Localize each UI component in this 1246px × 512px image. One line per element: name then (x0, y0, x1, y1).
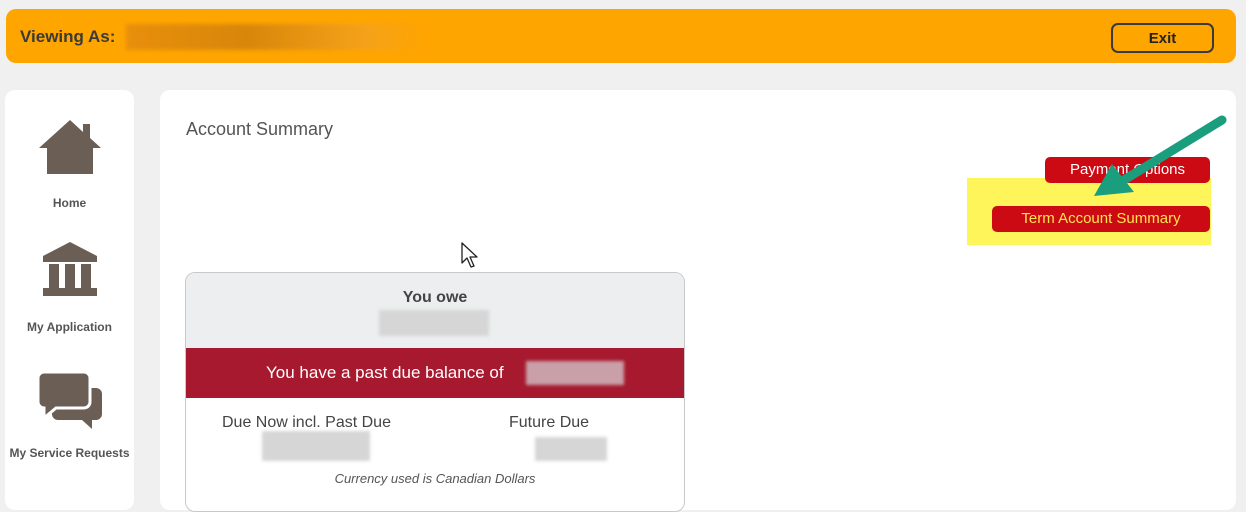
due-now-label: Due Now incl. Past Due (222, 414, 391, 431)
past-due-text: You have a past due balance of (266, 363, 504, 382)
annotation-arrow-icon (1094, 115, 1227, 196)
redacted-future-due-amount (535, 437, 607, 461)
sidebar-item-label: My Application (27, 320, 112, 334)
viewing-as-banner: Viewing As: Exit (6, 9, 1236, 63)
redacted-due-now-amount (262, 431, 370, 461)
you-owe-label: You owe (402, 289, 468, 306)
house-icon (38, 120, 101, 174)
sidebar-item-label: My Service Requests (9, 446, 130, 460)
main-panel: Account Summary Payment Options Term Acc… (160, 90, 1236, 512)
sidebar-nav: Home My Application My Service Requests (5, 90, 134, 510)
chat-bubbles-icon (36, 370, 102, 429)
past-due-banner: You have a past due balance of (186, 348, 684, 398)
sidebar-item-my-service-requests[interactable]: My Service Requests (5, 370, 134, 460)
redacted-past-due-amount (526, 361, 624, 385)
redacted-amount-owed (379, 310, 489, 336)
page-title: Account Summary (186, 119, 334, 139)
exit-button[interactable]: Exit (1111, 23, 1214, 53)
sidebar-item-label: Home (52, 196, 87, 210)
bank-icon (42, 242, 97, 296)
future-due-label: Future Due (509, 414, 590, 431)
currency-note: Currency used is Canadian Dollars (334, 471, 536, 486)
redacted-user-name (126, 24, 426, 50)
you-owe-section: You owe (186, 273, 684, 348)
sidebar-item-home[interactable]: Home (5, 118, 134, 210)
mouse-cursor-icon (461, 242, 478, 268)
balance-card: You owe You have a past due balance of D… (185, 272, 685, 512)
viewing-as-label: Viewing As: (20, 27, 116, 46)
sidebar-item-my-application[interactable]: My Application (5, 240, 134, 334)
